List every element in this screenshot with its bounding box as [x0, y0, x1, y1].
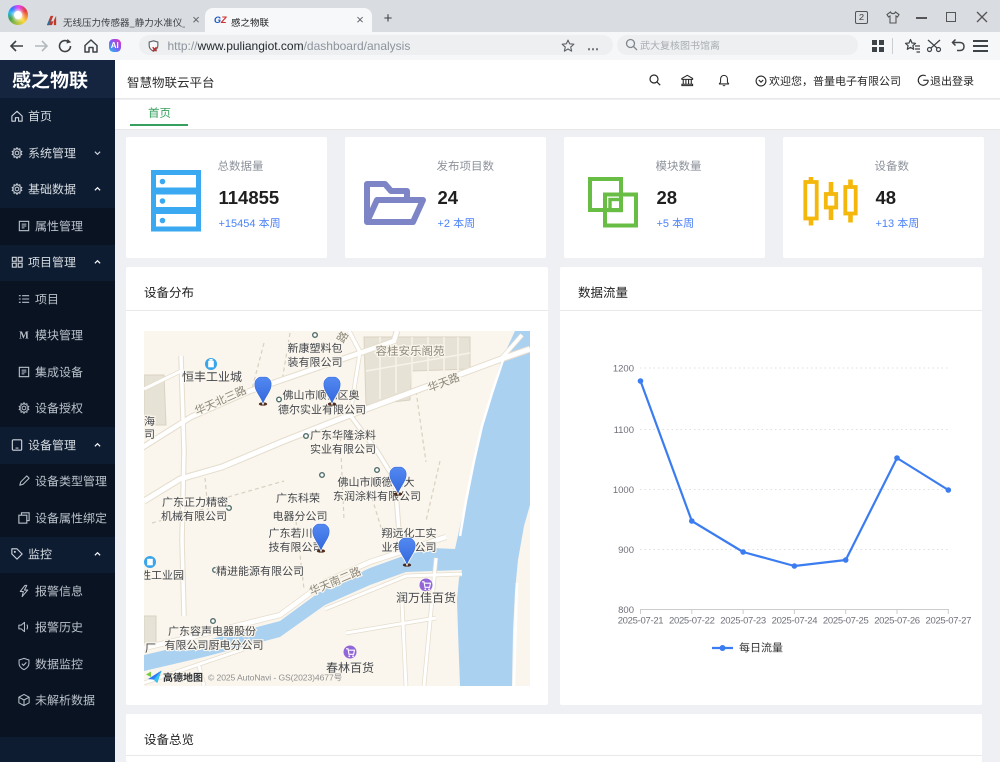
svg-text:装有限公司: 装有限公司 [288, 354, 343, 370]
svg-text:机械有限公司: 机械有限公司 [161, 508, 227, 524]
svg-text:精进能源有限公司: 精进能源有限公司 [216, 563, 304, 579]
svg-text:1100: 1100 [614, 425, 634, 436]
svg-text:东润涂料有限公司: 东润涂料有限公司 [333, 488, 421, 504]
svg-text:每日流量: 每日流量 [739, 640, 783, 656]
svg-text:1200: 1200 [613, 364, 634, 375]
svg-text:胜工业园: 胜工业园 [144, 567, 184, 583]
svg-text:2025-07-24: 2025-07-24 [772, 616, 818, 627]
svg-text:恒丰工业城: 恒丰工业城 [182, 368, 242, 385]
svg-text:高德地图: 高德地图 [163, 669, 203, 684]
svg-text:800: 800 [618, 605, 634, 616]
svg-text:厂: 厂 [145, 640, 156, 656]
svg-text:2025-07-27: 2025-07-27 [925, 616, 971, 627]
svg-text:M: M [19, 331, 29, 342]
svg-text:实业有限公司: 实业有限公司 [310, 441, 376, 457]
svg-text:© 2025 AutoNavi - GS(2023)4677: © 2025 AutoNavi - GS(2023)4677号 [208, 672, 342, 684]
svg-text:2025-07-26: 2025-07-26 [874, 616, 920, 627]
svg-text:广东科荣: 广东科荣 [276, 490, 320, 506]
svg-text:1000: 1000 [613, 485, 634, 496]
svg-text:2025-07-23: 2025-07-23 [720, 616, 766, 627]
svg-text:电器分公司: 电器分公司 [273, 508, 328, 524]
svg-text:司: 司 [144, 426, 155, 442]
svg-text:润万佳百货: 润万佳百货 [396, 589, 456, 606]
svg-text:容桂安乐阁苑: 容桂安乐阁苑 [376, 343, 445, 359]
svg-text:2025-07-21: 2025-07-21 [618, 616, 664, 627]
svg-text:900: 900 [618, 545, 634, 556]
svg-text:有限公司厨电分公司: 有限公司厨电分公司 [165, 637, 264, 653]
svg-text:德尔实业有限公司: 德尔实业有限公司 [278, 402, 366, 418]
svg-text:2025-07-22: 2025-07-22 [669, 616, 715, 627]
svg-text:2025-07-25: 2025-07-25 [823, 616, 869, 627]
